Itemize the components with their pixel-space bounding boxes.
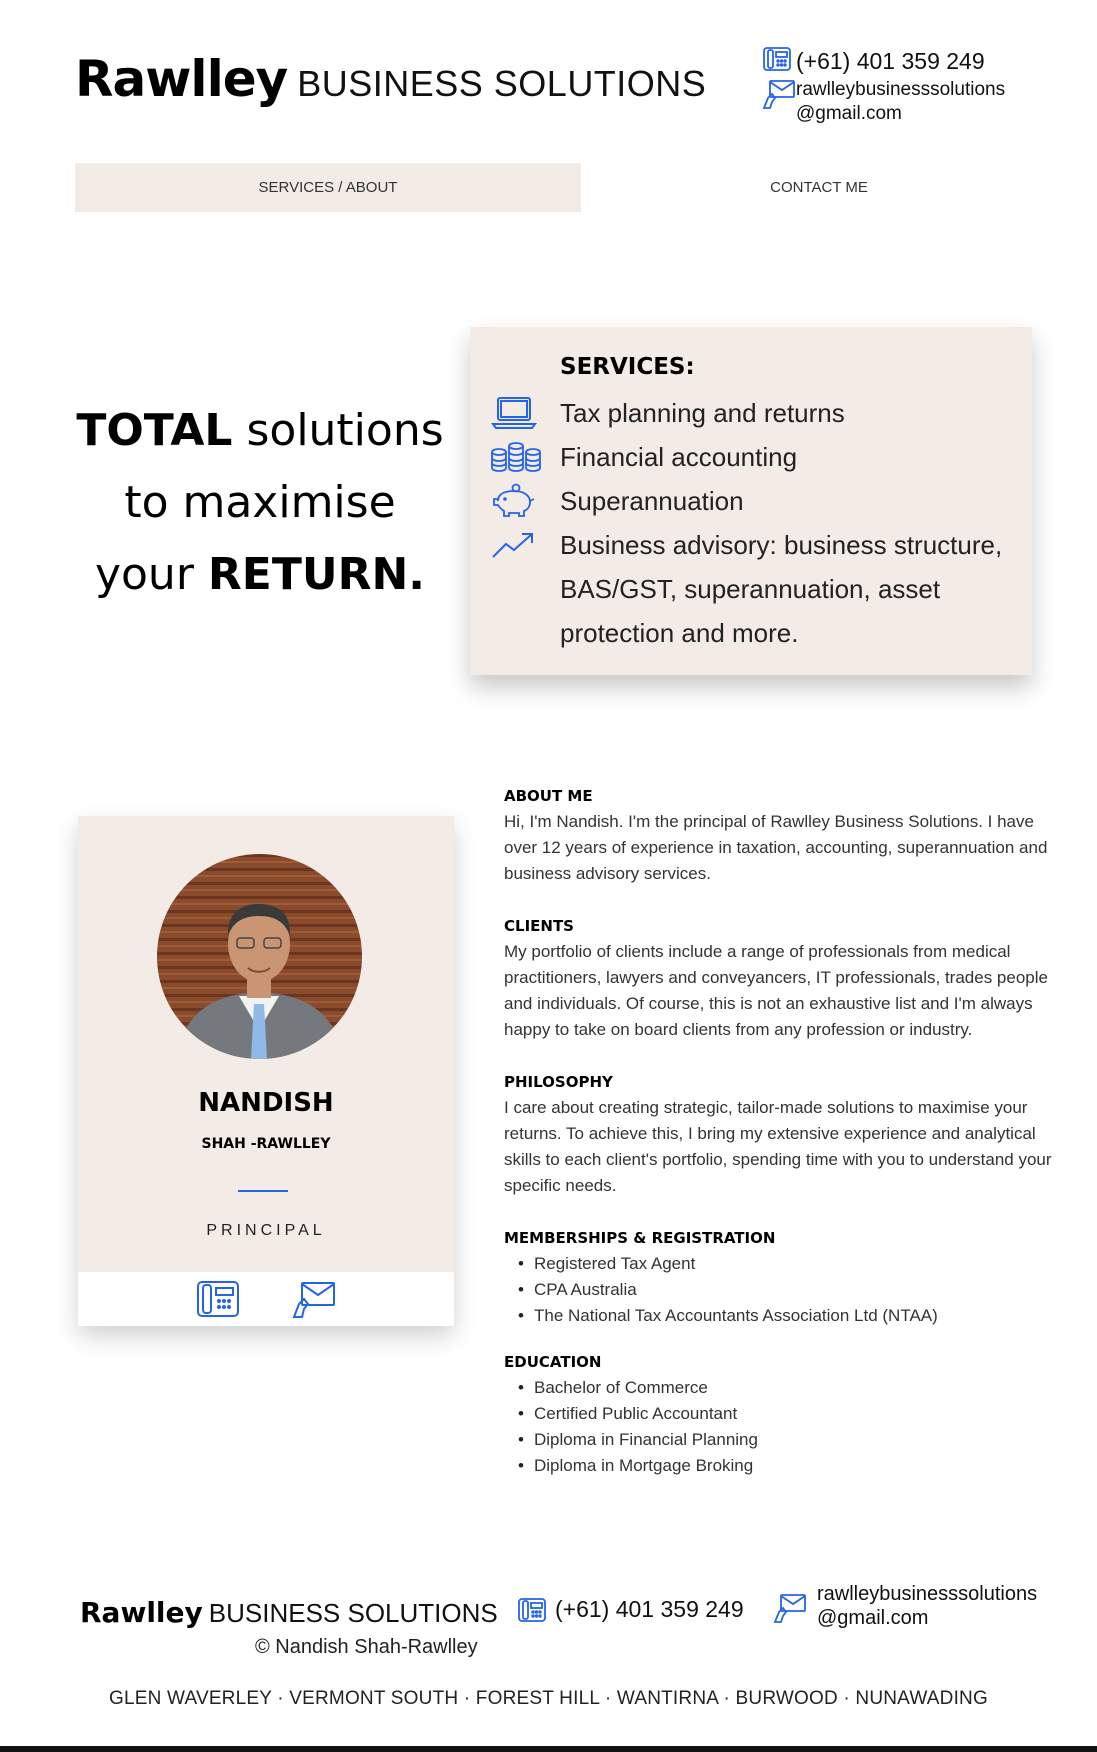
- nav-services-about[interactable]: SERVICES / ABOUT: [75, 163, 581, 212]
- profile-role: PRINCIPAL: [206, 1222, 326, 1239]
- service-label: Tax planning and returns: [560, 398, 845, 428]
- footer-email[interactable]: rawlleybusinesssolutions @gmail.com: [773, 1582, 1037, 1630]
- logo-brand: Rawlley: [75, 50, 288, 108]
- profile-contact-icons: [78, 1272, 454, 1326]
- list-item: Diploma in Mortgage Broking: [504, 1453, 1064, 1479]
- service-item: Superannuation: [490, 479, 744, 523]
- service-label: Business advisory: business structure, B…: [560, 530, 1003, 648]
- profile-surname: SHAH -RAWLLEY: [201, 1136, 331, 1152]
- list-item: Certified Public Accountant: [504, 1401, 1064, 1427]
- about-text: Hi, I'm Nandish. I'm the principal of Ra…: [504, 812, 1048, 883]
- clients-text: My portfolio of clients include a range …: [504, 942, 1048, 1039]
- service-label: Superannuation: [560, 486, 744, 516]
- education-heading: EDUCATION: [504, 1353, 602, 1371]
- email-icon: [773, 1592, 807, 1624]
- header-email[interactable]: rawlleybusinesssolutions @gmail.com: [762, 78, 1005, 126]
- site-logo[interactable]: Rawlley BUSINESS SOLUTIONS: [75, 50, 706, 108]
- hero-line3-light: your: [94, 549, 194, 600]
- avatar: [157, 854, 362, 1059]
- profile-divider: [238, 1190, 288, 1192]
- hero-line1-bold: TOTAL: [76, 405, 233, 456]
- header-email-line1: rawlleybusinesssolutions: [796, 79, 1006, 100]
- footer-logo[interactable]: Rawlley BUSINESS SOLUTIONS: [80, 1596, 498, 1629]
- logo-tagline: BUSINESS SOLUTIONS: [297, 63, 707, 104]
- service-item: Business advisory: business structure, B…: [490, 523, 1010, 655]
- philosophy-heading: PHILOSOPHY: [504, 1073, 613, 1091]
- piggy-bank-icon: [490, 479, 560, 523]
- services-title: SERVICES:: [560, 354, 695, 380]
- header-contact: (+61) 401 359 249 rawlleybusinesssolutio…: [762, 46, 1005, 126]
- footer-copyright: © Nandish Shah-Rawlley: [255, 1636, 478, 1658]
- about-section: ABOUT ME Hi, I'm Nandish. I'm the princi…: [504, 783, 1064, 1499]
- email-icon: [762, 78, 796, 110]
- coins-icon: [490, 435, 560, 479]
- philosophy-text: I care about creating strategic, tailor-…: [504, 1098, 1052, 1195]
- service-item: Tax planning and returns: [490, 391, 845, 435]
- education-list: Bachelor of Commerce Certified Public Ac…: [504, 1375, 1064, 1479]
- memberships-heading: MEMBERSHIPS & REGISTRATION: [504, 1229, 776, 1247]
- phone-icon[interactable]: [196, 1280, 240, 1318]
- service-label: Financial accounting: [560, 442, 798, 472]
- header-phone-number: (+61) 401 359 249: [796, 48, 985, 74]
- list-item: Bachelor of Commerce: [504, 1375, 1064, 1401]
- phone-icon: [517, 1597, 547, 1623]
- list-item: CPA Australia: [504, 1277, 1064, 1303]
- bottom-bar: [0, 1746, 1097, 1752]
- footer-logo-tagline: BUSINESS SOLUTIONS: [208, 1598, 498, 1628]
- memberships-list: Registered Tax Agent CPA Australia The N…: [504, 1251, 1064, 1329]
- footer-locations: GLEN WAVERLEY · VERMONT SOUTH · FOREST H…: [109, 1688, 988, 1709]
- services-card: SERVICES: Tax planning and returns Finan…: [470, 327, 1032, 675]
- hero-line1-light: solutions: [246, 405, 444, 456]
- hero-line2: to maximise: [124, 477, 396, 528]
- footer-logo-brand: Rawlley: [80, 1596, 203, 1629]
- list-item: Diploma in Financial Planning: [504, 1427, 1064, 1453]
- footer-phone[interactable]: (+61) 401 359 249: [517, 1596, 744, 1623]
- list-item: Registered Tax Agent: [504, 1251, 1064, 1277]
- profile-first-name: NANDISH: [198, 1088, 334, 1118]
- service-item: Financial accounting: [490, 435, 797, 479]
- footer-phone-number: (+61) 401 359 249: [555, 1596, 744, 1622]
- email-icon[interactable]: [292, 1279, 336, 1319]
- list-item: The National Tax Accountants Association…: [504, 1303, 1064, 1329]
- hero-line3-bold: RETURN.: [207, 549, 426, 600]
- hero-headline: TOTAL solutions to maximise your RETURN.: [60, 395, 460, 611]
- about-heading: ABOUT ME: [504, 787, 593, 805]
- profile-card: NANDISH SHAH -RAWLLEY PRINCIPAL: [78, 816, 454, 1326]
- header-phone[interactable]: (+61) 401 359 249: [762, 46, 1005, 76]
- laptop-icon: [490, 391, 560, 435]
- header-email-line2: @gmail.com: [796, 103, 902, 124]
- trend-up-icon: [490, 523, 560, 567]
- footer-email-line1: rawlleybusinesssolutions: [817, 1583, 1038, 1605]
- clients-heading: CLIENTS: [504, 917, 574, 935]
- phone-icon: [762, 46, 796, 72]
- footer-email-line2: @gmail.com: [817, 1607, 929, 1629]
- nav-contact-me[interactable]: CONTACT ME: [581, 163, 1057, 212]
